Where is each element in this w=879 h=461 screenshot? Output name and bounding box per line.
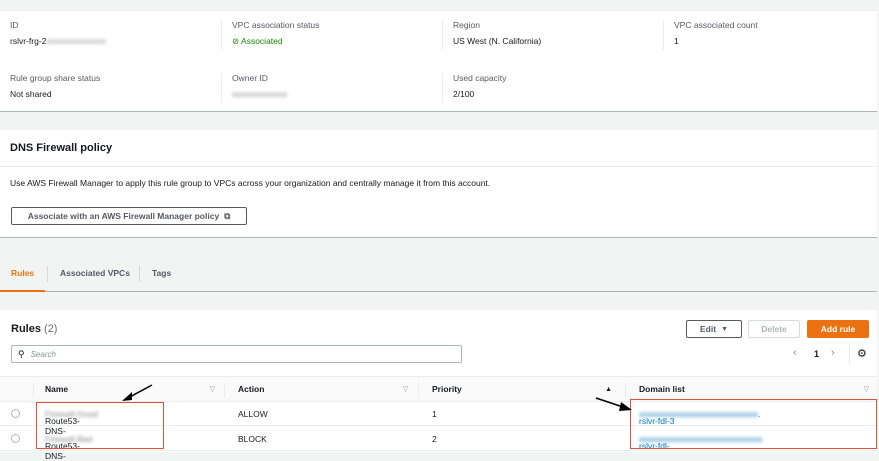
gear-icon[interactable]: ⚙ <box>857 347 867 360</box>
rules-heading: Rules (2) <box>11 323 58 335</box>
sort-icon: ▽ <box>209 386 215 393</box>
region-value: US West (N. California) <box>453 36 542 46</box>
arrow-annotation-icon <box>122 384 153 401</box>
region-label: Region <box>453 20 480 30</box>
highlight-box <box>36 402 164 449</box>
associate-firewall-manager-button[interactable]: Associate with an AWS Firewall Manager p… <box>11 207 247 225</box>
owner-label: Owner ID <box>232 73 268 83</box>
rules-panel: Rules (2) Edit ▼ Delete Add rule ⚲ Search… <box>0 310 877 461</box>
page-number[interactable]: 1 <box>814 349 819 359</box>
external-link-icon: ⧉ <box>224 210 231 221</box>
rule-priority: 1 <box>432 409 437 419</box>
row-radio[interactable] <box>11 434 20 443</box>
region-field: Region US West (N. California) <box>442 20 662 50</box>
id-field: ID rslvr-frg-2xxxxxxxxxxxxxx <box>0 20 220 46</box>
tab-bar: Rules Associated VPCs Tags <box>0 255 877 292</box>
vpc-status-label: VPC association status <box>232 20 320 30</box>
delete-button[interactable]: Delete <box>748 320 800 338</box>
id-label: ID <box>10 20 19 30</box>
vpc-status-value: Associated <box>241 36 283 46</box>
prev-page-icon[interactable]: ‹ <box>793 347 797 359</box>
highlight-box <box>630 399 877 449</box>
redacted-text: xxxxxxxxxxxxxx <box>46 36 106 46</box>
rule-priority: 2 <box>432 434 437 444</box>
owner-field: Owner ID xxxxxxxxxxxxx <box>221 73 441 103</box>
capacity-value: 2/100 <box>453 89 475 99</box>
edit-button[interactable]: Edit ▼ <box>686 320 742 338</box>
policy-description: Use AWS Firewall Manager to apply this r… <box>10 178 491 188</box>
tab-rules[interactable]: Rules <box>0 255 46 292</box>
share-status-label: Rule group share status <box>10 73 101 83</box>
vpc-count-label: VPC associated count <box>674 20 758 30</box>
rule-action: BLOCK <box>238 434 267 444</box>
vpc-count-field: VPC associated count 1 <box>663 20 879 50</box>
add-rule-button[interactable]: Add rule <box>807 320 869 338</box>
arrow-annotation-icon <box>595 397 632 411</box>
check-circle-icon: ⊘ <box>232 36 240 46</box>
column-priority[interactable]: Priority ▲ <box>420 377 620 402</box>
policy-title: DNS Firewall policy <box>10 142 113 154</box>
tab-tags[interactable]: Tags <box>152 255 171 292</box>
rule-group-details-panel: ID rslvr-frg-2xxxxxxxxxxxxxx VPC associa… <box>0 10 877 112</box>
search-input[interactable]: ⚲ Search <box>11 345 462 363</box>
next-page-icon[interactable]: › <box>831 347 835 359</box>
search-icon: ⚲ <box>18 348 25 359</box>
button-label: Associate with an AWS Firewall Manager p… <box>27 211 220 221</box>
id-value: rslvr-frg-2 <box>10 36 47 46</box>
dns-firewall-policy-panel: DNS Firewall policy Use AWS Firewall Man… <box>0 130 877 238</box>
vpc-status-field: VPC association status ⊘ Associated <box>221 20 441 50</box>
capacity-field: Used capacity 2/100 <box>442 73 662 103</box>
column-action[interactable]: Action ▽ <box>226 377 416 402</box>
rule-action: ALLOW <box>238 409 268 419</box>
caret-down-icon: ▼ <box>721 325 728 333</box>
sort-icon: ▽ <box>402 386 408 393</box>
redacted-text: xxxxxxxxxxxxx <box>232 89 288 99</box>
share-status-field: Rule group share status Not shared <box>0 73 220 99</box>
share-status-value: Not shared <box>10 89 52 99</box>
vpc-count-value: 1 <box>674 36 679 46</box>
search-placeholder: Search <box>30 349 56 359</box>
tab-associated-vpcs[interactable]: Associated VPCs <box>60 255 130 292</box>
capacity-label: Used capacity <box>453 73 507 83</box>
row-radio[interactable] <box>11 409 20 418</box>
